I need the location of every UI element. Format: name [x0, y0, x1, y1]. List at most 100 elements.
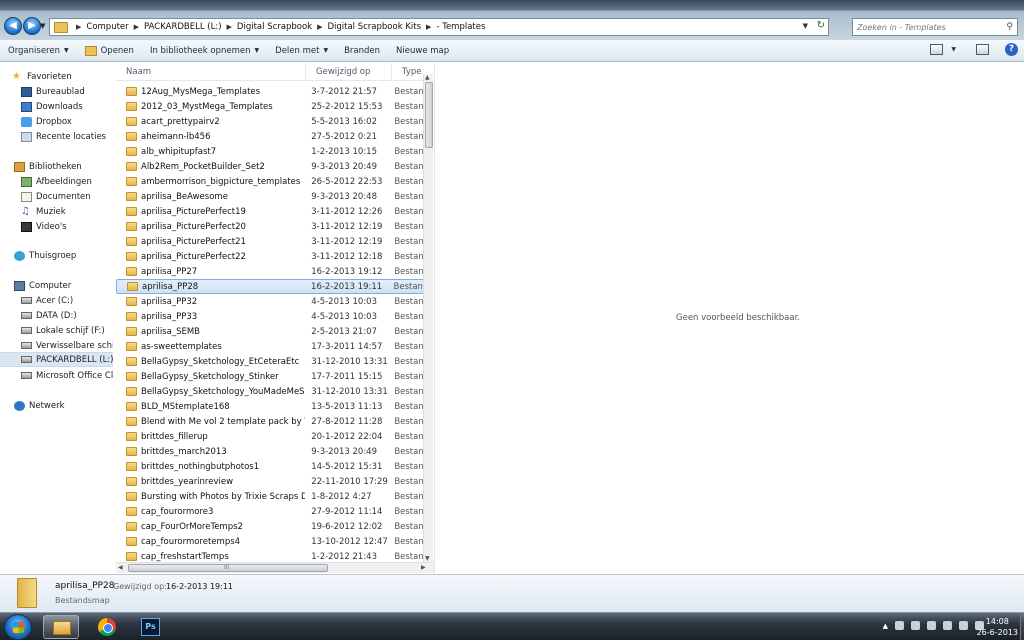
organize-button[interactable]: Organiseren ▼ [0, 46, 77, 56]
table-row[interactable]: alb_whipitupfast7 1-2-2013 10:15 Bestan [116, 144, 424, 159]
table-row[interactable]: aprilisa_PicturePerfect19 3-11-2012 12:26… [116, 204, 424, 219]
table-row[interactable]: BLD_MStemplate168 13-5-2013 11:13 Bestan [116, 399, 424, 414]
view-options-icon[interactable] [930, 44, 944, 55]
search-icon[interactable]: ⚲ [1006, 22, 1013, 32]
table-row[interactable]: aprilisa_PicturePerfect20 3-11-2012 12:19… [116, 219, 424, 234]
table-row[interactable]: BellaGypsy_Sketchology_Stinker 17-7-2011 … [116, 369, 424, 384]
breadcrumb-computer[interactable]: Computer [86, 22, 128, 32]
start-button[interactable] [4, 614, 32, 640]
nav-drive-removable[interactable]: Verwisselbare schijf [0, 338, 113, 353]
vertical-scrollbar[interactable]: ▲ ▼ [423, 74, 433, 562]
nav-item-recent[interactable]: Recente locaties [0, 129, 113, 144]
nav-computer[interactable]: Computer [0, 278, 113, 293]
table-row[interactable]: aprilisa_PP27 16-2-2013 19:12 Bestan [116, 264, 424, 279]
scroll-up-icon[interactable]: ▲ [425, 74, 430, 81]
table-row[interactable]: aheimann-lb456 27-5-2012 0:21 Bestan [116, 129, 424, 144]
table-row[interactable]: Bursting with Photos by Trixie Scraps De… [116, 489, 424, 504]
table-row[interactable]: as-sweettemplates 17-3-2011 14:57 Bestan [116, 339, 424, 354]
nav-libraries[interactable]: Bibliotheken [0, 159, 113, 174]
horizontal-scrollbar[interactable]: ◀ III ▶ [116, 562, 434, 573]
address-bar[interactable]: ▶ Computer ▶ PACKARDBELL (L:) ▶ Digital … [49, 18, 829, 36]
table-row[interactable]: Alb2Rem_PocketBuilder_Set2 9-3-2013 20:49… [116, 159, 424, 174]
table-row[interactable]: aprilisa_PicturePerfect21 3-11-2012 12:19… [116, 234, 424, 249]
table-row[interactable]: cap_FourOrMoreTemps2 19-6-2012 12:02 Besta… [116, 519, 424, 534]
nav-item-documents[interactable]: Documenten [0, 189, 113, 204]
chevron-down-icon[interactable]: ▼ [951, 46, 956, 53]
table-row[interactable]: 2012_03_MystMega_Templates 25-2-2012 15:5… [116, 99, 424, 114]
tray-monitor-icon[interactable] [927, 621, 936, 630]
nav-drive-d[interactable]: DATA (D:) [0, 308, 113, 323]
table-row[interactable]: aprilisa_BeAwesome 9-3-2013 20:48 Bestan [116, 189, 424, 204]
tray-app-icon[interactable] [895, 621, 904, 630]
table-row[interactable]: BellaGypsy_Sketchology_EtCeteraEtc 31-12-… [116, 354, 424, 369]
nav-item-pictures[interactable]: Afbeeldingen [0, 174, 113, 189]
include-library-button[interactable]: In bibliotheek opnemen ▼ [142, 46, 267, 56]
taskbar-chrome[interactable] [89, 615, 125, 639]
nav-drive-f[interactable]: Lokale schijf (F:) [0, 323, 113, 338]
nav-item-music[interactable]: ♫ Muziek [0, 204, 113, 219]
table-row[interactable]: brittdes_march2013 9-3-2013 20:49 Bestan [116, 444, 424, 459]
breadcrumb-kits[interactable]: Digital Scrapbook Kits [327, 22, 421, 32]
table-row[interactable]: cap_fourormore3 27-9-2012 11:14 Bestan [116, 504, 424, 519]
show-desktop-button[interactable] [1020, 613, 1024, 640]
nav-favorites[interactable]: ★ Favorieten [0, 69, 113, 84]
clock[interactable]: 14:08 26-6-2013 [977, 616, 1018, 638]
taskbar-explorer[interactable] [43, 615, 79, 639]
tray-bluetooth-icon[interactable] [959, 621, 968, 630]
scrollbar-thumb[interactable] [425, 82, 433, 148]
chevron-right-icon[interactable]: ▶ [134, 23, 139, 31]
hscrollbar-thumb[interactable]: III [128, 564, 328, 572]
nav-item-downloads[interactable]: Downloads [0, 99, 113, 114]
table-row[interactable]: 12Aug_MysMega_Templates 3-7-2012 21:57 Bes… [116, 84, 424, 99]
forward-button[interactable]: ▶ [23, 17, 41, 35]
tray-volume-icon[interactable] [943, 621, 952, 630]
table-row[interactable]: acart_prettypairv2 5-5-2013 16:02 Bestan [116, 114, 424, 129]
nav-drive-l[interactable]: PACKARDBELL (L:) [0, 352, 113, 367]
table-row[interactable]: aprilisa_PP28 16-2-2013 19:11 Bestan [116, 279, 424, 294]
breadcrumb-templates[interactable]: - Templates [436, 22, 485, 32]
column-modified[interactable]: Gewijzigd op [306, 63, 392, 81]
table-row[interactable]: brittdes_yearinreview 22-11-2010 17:29 Bes… [116, 474, 424, 489]
table-row[interactable]: Blend with Me vol 2 template pack by Tri… [116, 414, 424, 429]
nav-item-desktop[interactable]: Bureaublad [0, 84, 113, 99]
table-row[interactable]: aprilisa_PP33 4-5-2013 10:03 Bestan [116, 309, 424, 324]
chevron-right-icon[interactable]: ▶ [317, 23, 322, 31]
chevron-right-icon[interactable]: ▶ [227, 23, 232, 31]
scroll-down-icon[interactable]: ▼ [425, 555, 430, 562]
nav-network[interactable]: Netwerk [0, 398, 113, 413]
refresh-icon[interactable]: ↻ [817, 20, 825, 31]
table-row[interactable]: brittdes_fillerup 20-1-2012 22:04 Bestan [116, 429, 424, 444]
scroll-right-icon[interactable]: ▶ [421, 564, 426, 571]
address-dropdown-icon[interactable]: ▼ [803, 22, 808, 30]
table-row[interactable]: ambermorrison_bigpicture_templates 26-5-2… [116, 174, 424, 189]
chevron-right-icon[interactable]: ▶ [426, 23, 431, 31]
table-row[interactable]: aprilisa_SEMB 2-5-2013 21:07 Bestan [116, 324, 424, 339]
table-row[interactable]: brittdes_nothingbutphotos1 14-5-2012 15:3… [116, 459, 424, 474]
nav-drive-c[interactable]: Acer (C:) [0, 293, 113, 308]
table-row[interactable]: cap_fourormoretemps4 13-10-2012 12:47 Best… [116, 534, 424, 549]
new-folder-button[interactable]: Nieuwe map [388, 46, 457, 56]
nav-item-dropbox[interactable]: Dropbox [0, 114, 113, 129]
back-button[interactable]: ◀ [4, 17, 22, 35]
nav-homegroup[interactable]: Thuisgroep [0, 248, 113, 263]
burn-button[interactable]: Branden [336, 46, 388, 56]
nav-drive-office[interactable]: Microsoft Office Clic [0, 368, 113, 383]
scroll-left-icon[interactable]: ◀ [118, 564, 123, 571]
open-button[interactable]: Openen [77, 45, 142, 56]
tray-sync-icon[interactable] [911, 621, 920, 630]
search-box[interactable]: ⚲ [852, 18, 1018, 36]
help-icon[interactable]: ? [1005, 43, 1018, 56]
column-name[interactable]: Naam [116, 63, 306, 81]
breadcrumb-drive[interactable]: PACKARDBELL (L:) [144, 22, 221, 32]
taskbar-photoshop[interactable]: Ps [133, 615, 169, 639]
show-hidden-icons-icon[interactable]: ▲ [883, 622, 888, 630]
table-row[interactable]: BellaGypsy_Sketchology_YouMadeMeSn... 31-… [116, 384, 424, 399]
nav-item-videos[interactable]: Video's [0, 219, 113, 234]
table-row[interactable]: aprilisa_PP32 4-5-2013 10:03 Bestan [116, 294, 424, 309]
table-row[interactable]: aprilisa_PicturePerfect22 3-11-2012 12:18… [116, 249, 424, 264]
chevron-right-icon[interactable]: ▶ [76, 23, 81, 31]
recent-pages-dropdown[interactable]: ▼ [40, 22, 45, 30]
preview-pane-icon[interactable] [976, 44, 989, 55]
search-input[interactable] [857, 22, 997, 32]
share-button[interactable]: Delen met ▼ [267, 46, 336, 56]
